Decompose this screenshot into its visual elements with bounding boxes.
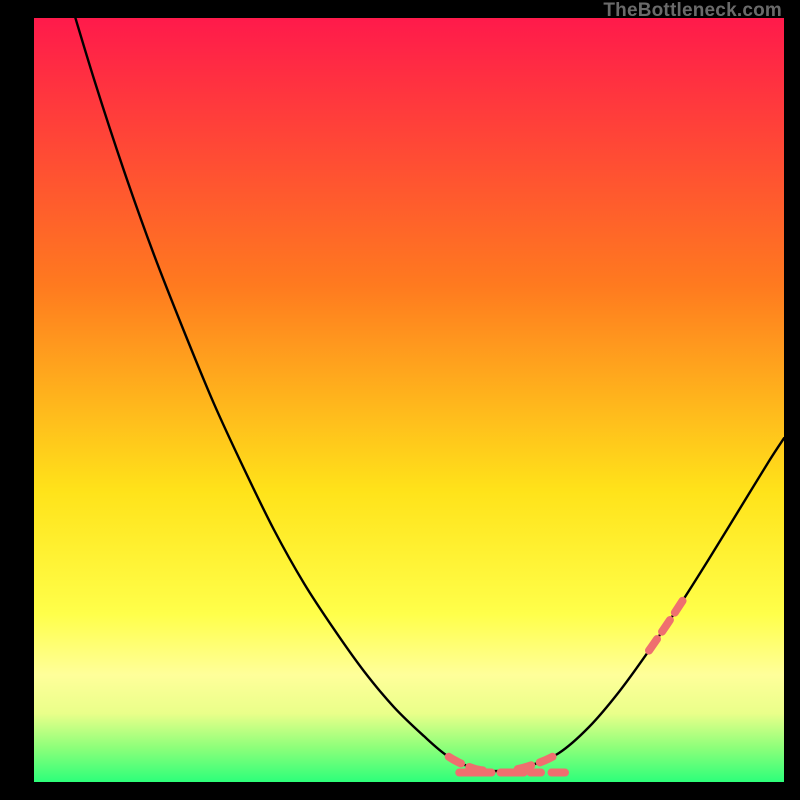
watermark-text: TheBottleneck.com (603, 0, 782, 22)
chart-frame: TheBottleneck.com (0, 0, 800, 800)
gradient-background (34, 18, 784, 782)
chart-svg (34, 18, 784, 782)
plot-area (34, 18, 784, 782)
